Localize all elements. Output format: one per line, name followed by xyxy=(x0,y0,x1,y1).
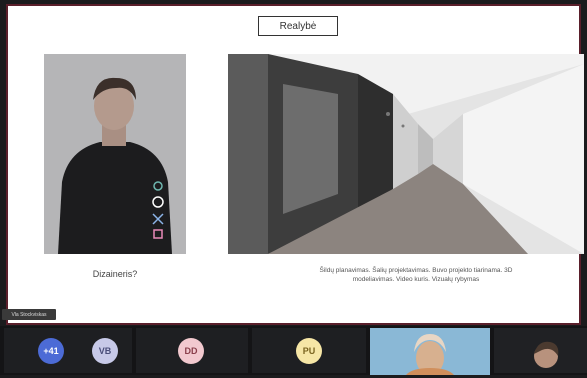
participant-avatar-pu[interactable]: PU xyxy=(296,338,322,364)
portrait-illustration xyxy=(44,54,186,254)
participant-tile-video[interactable] xyxy=(494,328,587,373)
office-corridor-image xyxy=(228,54,584,254)
more-participants-avatar[interactable]: +41 xyxy=(38,338,64,364)
participant-strip[interactable]: +41 VB DD PU xyxy=(0,326,587,375)
corridor-illustration xyxy=(228,54,584,254)
participant-tile-dd[interactable]: DD xyxy=(136,328,248,373)
shared-slide: Realybė Dizaineris? Šildų planavimas. Ša… xyxy=(6,4,584,325)
participant-video-thumbnail xyxy=(494,328,587,373)
designer-caption: Dizaineris? xyxy=(92,269,138,279)
participant-tile-pu[interactable]: PU xyxy=(252,328,366,373)
participant-avatar-dd[interactable]: DD xyxy=(178,338,204,364)
active-speaker-label: Vla Stockviskas xyxy=(2,309,56,320)
self-view-camera[interactable] xyxy=(370,328,490,375)
reality-caption-line1: Šildų planavimas. Šalių projektavimas. B… xyxy=(319,267,513,274)
reality-caption-line2: modeliavimas. Video kuris. Vizualų rybym… xyxy=(352,276,480,283)
designer-portrait xyxy=(44,54,186,254)
participant-avatar-vb[interactable]: VB xyxy=(92,338,118,364)
participant-tile-overflow[interactable]: +41 VB xyxy=(4,328,132,373)
camera-feed xyxy=(370,328,490,375)
slide-title: Realybė xyxy=(258,16,338,36)
reality-caption: Šildų planavimas. Šalių projektavimas. B… xyxy=(286,266,546,284)
